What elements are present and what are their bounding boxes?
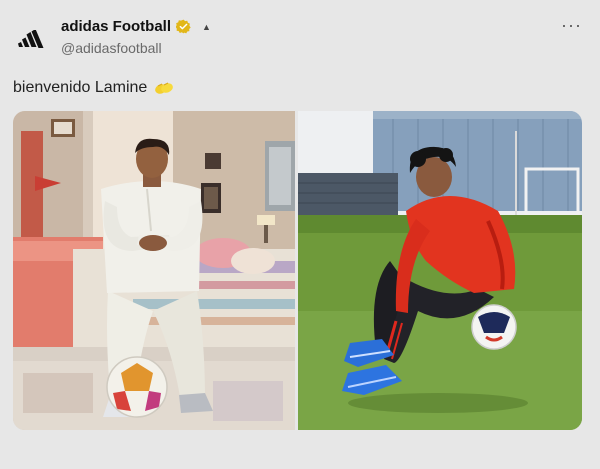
author-name-row[interactable]: adidas Football ▲ bbox=[61, 18, 211, 35]
raised-hands-icon bbox=[154, 81, 174, 95]
tweet-text: bienvenido Lamine bbox=[13, 79, 148, 96]
caret-up-icon: ▲ bbox=[202, 21, 211, 32]
more-options-button[interactable]: ··· bbox=[561, 16, 582, 34]
adidas-logo-icon[interactable] bbox=[14, 22, 48, 56]
tweet-card: adidas Football ▲ @adidasfootball ··· bi… bbox=[0, 0, 600, 469]
photo-bedroom[interactable] bbox=[13, 111, 295, 430]
photo-pitch[interactable] bbox=[298, 111, 582, 430]
verified-badge-icon bbox=[175, 19, 191, 34]
author-handle[interactable]: @adidasfootball bbox=[61, 40, 162, 56]
author-display-name[interactable]: adidas Football bbox=[61, 18, 171, 35]
tweet-text-row: bienvenido Lamine bbox=[13, 79, 174, 97]
tweet-media-grid bbox=[13, 111, 582, 430]
